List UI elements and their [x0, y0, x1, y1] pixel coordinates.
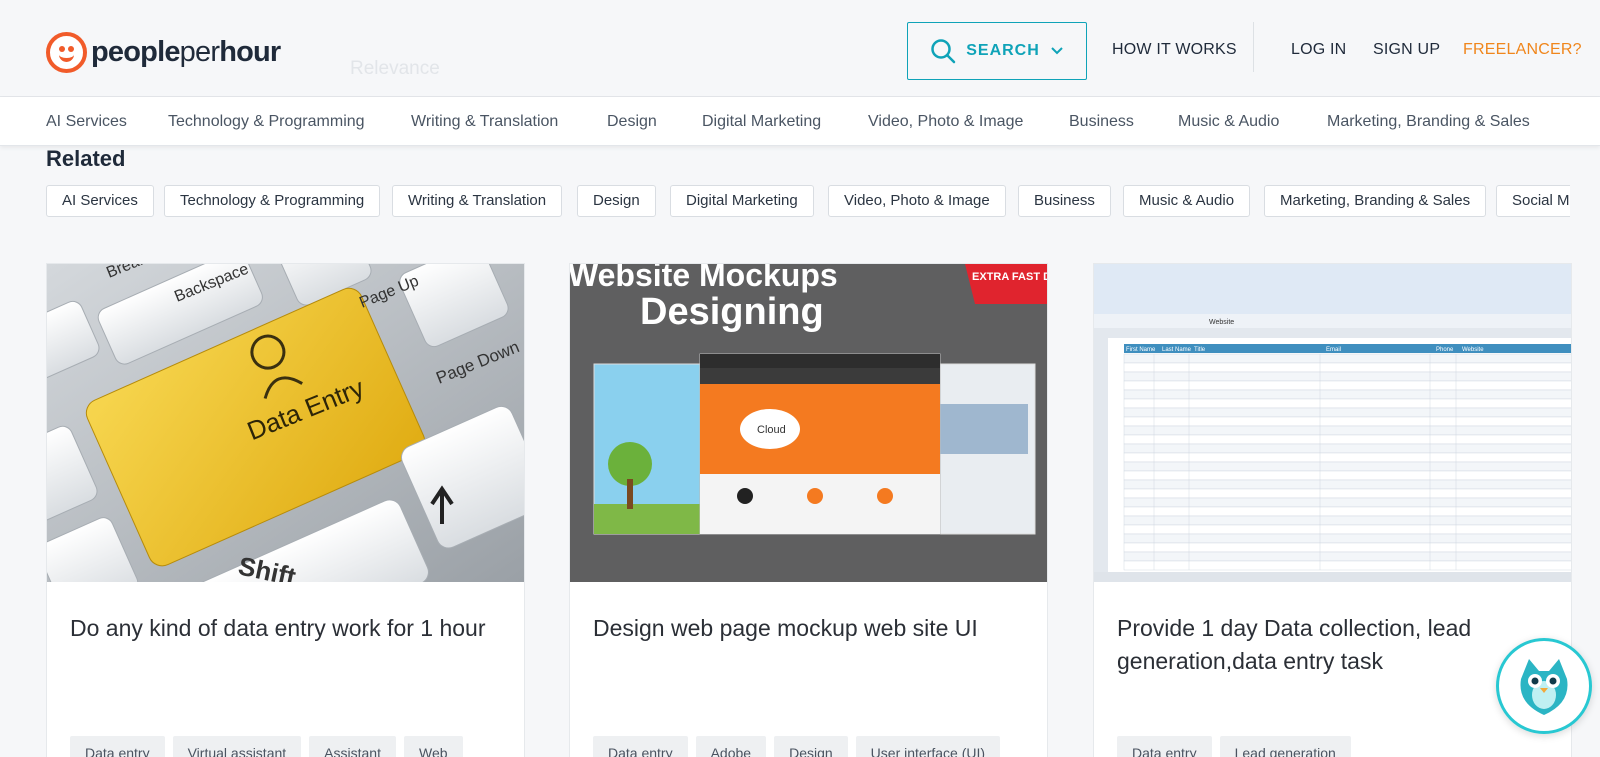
listing-card[interactable]: Website Mockups Designing EXTRA FAST DEL… — [569, 263, 1048, 757]
sheet-row — [1123, 506, 1571, 517]
sheet-row — [1123, 398, 1571, 409]
related-chip[interactable]: Digital Marketing — [670, 185, 814, 217]
search-label: SEARCH — [966, 42, 1040, 59]
related-heading: Related — [46, 146, 126, 171]
category-technology-programming[interactable]: Technology & Programming — [168, 113, 365, 131]
sheet-cell-ref: Website — [1209, 319, 1234, 326]
sheet-header-cell: Website — [1462, 347, 1484, 353]
sheet-header-cell: Phone — [1436, 347, 1454, 353]
related-chip[interactable]: Music & Audio — [1123, 185, 1251, 217]
category-video-photo-image[interactable]: Video, Photo & Image — [868, 113, 1023, 131]
category-writing-translation[interactable]: Writing & Translation — [411, 113, 558, 131]
sheet-row — [1123, 425, 1571, 436]
freelancer-link[interactable]: FREELANCER? — [1463, 41, 1582, 59]
related-chip[interactable]: Social Media — [1496, 185, 1570, 217]
sheet-row — [1123, 461, 1571, 472]
category-design[interactable]: Design — [607, 113, 657, 131]
sort-select-ghost: Relevance — [350, 58, 440, 79]
related-chip[interactable]: Technology & Programming — [164, 185, 381, 217]
tag[interactable]: Lead generation — [1219, 736, 1351, 757]
tag[interactable]: User interface (UI) — [855, 736, 1001, 757]
chevron-down-icon — [1051, 47, 1063, 55]
related-chip[interactable]: AI Services — [46, 185, 154, 217]
category-business[interactable]: Business — [1069, 113, 1134, 131]
sheet-header-cell: Title — [1194, 347, 1206, 353]
sheet-row — [1123, 380, 1571, 391]
card-title[interactable]: Do any kind of data entry work for 1 hou… — [70, 612, 500, 645]
tag[interactable]: Data entry — [593, 736, 688, 757]
sheet-header-cell: Last Name — [1162, 347, 1192, 353]
sheet-row — [1123, 407, 1571, 418]
sheet-header-cell: Email — [1326, 347, 1341, 353]
card-title[interactable]: Provide 1 day Data collection, lead gene… — [1117, 612, 1547, 678]
logo-text: peopleperhour — [91, 35, 281, 68]
related-chip[interactable]: Business — [1018, 185, 1111, 217]
signup-link[interactable]: SIGN UP — [1373, 41, 1440, 59]
sheet-row — [1123, 470, 1571, 481]
category-marketing-branding-sales[interactable]: Marketing, Branding & Sales — [1327, 113, 1530, 131]
category-digital-marketing[interactable]: Digital Marketing — [702, 113, 821, 131]
mockup-ribbon: EXTRA FAST DELIVERY — [972, 271, 1048, 283]
tag[interactable]: Assistant — [309, 736, 396, 757]
sheet-row — [1123, 434, 1571, 445]
related-chip[interactable]: Video, Photo & Image — [828, 185, 1006, 217]
login-link[interactable]: LOG IN — [1291, 41, 1346, 59]
search-icon — [931, 39, 956, 64]
sheet-row — [1123, 515, 1571, 526]
mockup-heading-2: Designing — [640, 291, 824, 333]
nav-divider — [1253, 22, 1254, 72]
tag[interactable]: Adobe — [695, 736, 767, 757]
sheet-row — [1123, 533, 1571, 544]
sheet-row — [1123, 416, 1571, 427]
tag[interactable]: Data entry — [70, 736, 165, 757]
category-ai-services[interactable]: AI Services — [46, 113, 127, 131]
sheet-row — [1123, 389, 1571, 400]
sheet-row — [1123, 362, 1571, 373]
card-image-website-mockups[interactable]: Website Mockups Designing EXTRA FAST DEL… — [570, 264, 1048, 582]
sheet-header-cell: First Name — [1126, 347, 1156, 353]
related-chip[interactable]: Marketing, Branding & Sales — [1264, 185, 1487, 217]
card-image-spreadsheet[interactable]: Website First Name Last Name Title Email Pho… — [1094, 264, 1571, 582]
sheet-row — [1123, 560, 1571, 571]
tag[interactable]: Design — [774, 736, 848, 757]
mockup-cloud-label: Cloud — [757, 424, 786, 436]
sheet-row — [1123, 479, 1571, 490]
sheet-row — [1123, 542, 1571, 553]
how-it-works-link[interactable]: HOW IT WORKS — [1112, 41, 1237, 59]
sheet-row — [1123, 524, 1571, 535]
sheet-row — [1123, 488, 1571, 499]
category-nav: AI Services Technology & Programming Wri… — [0, 97, 1600, 146]
mockup-heading-1: Website Mockups — [570, 264, 838, 293]
card-tags: Data entry Lead generation — [1117, 736, 1351, 757]
card-title[interactable]: Design web page mockup web site UI — [593, 612, 1023, 645]
card-tags: Data entry Adobe Design User interface (… — [593, 736, 1001, 757]
related-chips: AI Services Technology & Programming Wri… — [46, 185, 1570, 219]
category-music-audio[interactable]: Music & Audio — [1178, 113, 1279, 131]
sheet-row — [1123, 443, 1571, 454]
logo-face-icon — [46, 31, 87, 73]
related-chip[interactable]: Design — [577, 185, 656, 217]
site-header: peopleperhour Relevance SEARCH HOW IT WO… — [0, 0, 1600, 97]
chat-widget-button[interactable] — [1496, 638, 1592, 734]
card-tags: Data entry Virtual assistant Assistant W… — [70, 736, 463, 757]
search-button[interactable]: SEARCH — [907, 22, 1087, 80]
tag[interactable]: Data entry — [1117, 736, 1212, 757]
sheet-row — [1123, 551, 1571, 562]
listing-card[interactable]: Break Backspace Page Up Page Down Shift … — [46, 263, 525, 757]
tag[interactable]: Virtual assistant — [172, 736, 302, 757]
card-image-data-entry[interactable]: Break Backspace Page Up Page Down Shift … — [47, 264, 524, 582]
sheet-row — [1123, 497, 1571, 508]
sheet-row — [1123, 371, 1571, 382]
sheet-row — [1123, 353, 1571, 364]
related-chip[interactable]: Writing & Translation — [392, 185, 563, 217]
tag[interactable]: Web — [403, 736, 463, 757]
sheet-row — [1123, 452, 1571, 463]
logo[interactable]: peopleperhour — [46, 31, 281, 73]
chat-bot-icon — [1501, 643, 1587, 729]
